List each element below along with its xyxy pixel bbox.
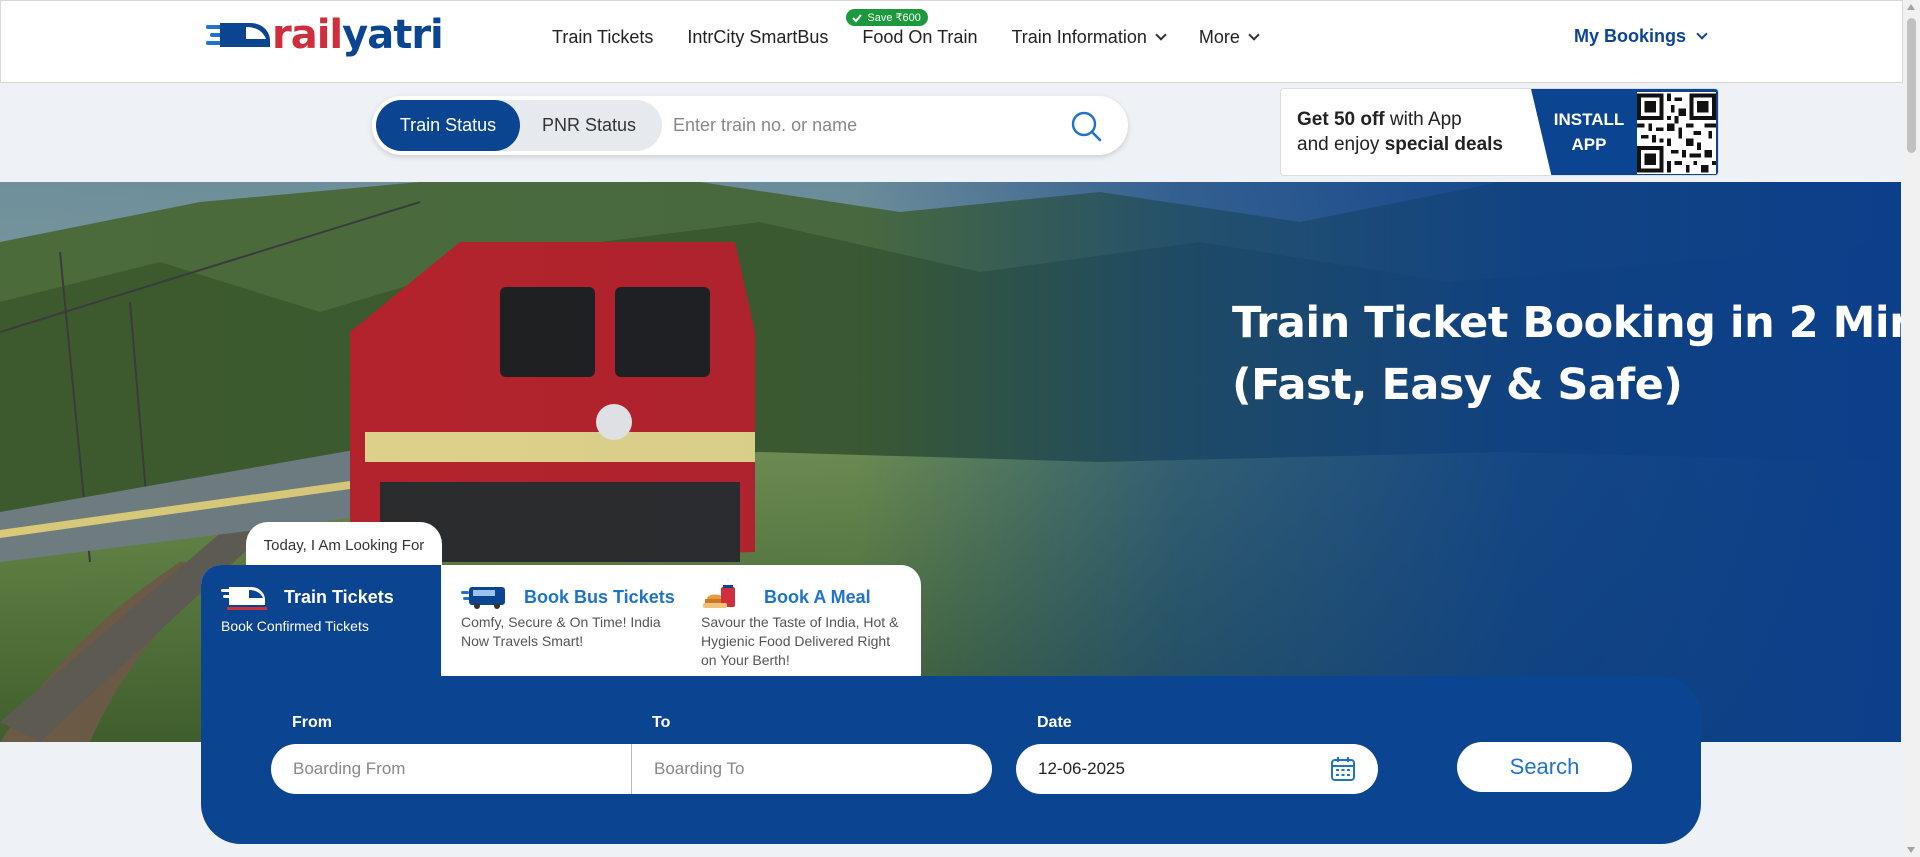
- card-desc: Savour the Taste of India, Hot & Hygieni…: [701, 614, 899, 668]
- chevron-down-icon: [1696, 28, 1708, 40]
- my-bookings-menu[interactable]: My Bookings: [1574, 26, 1708, 47]
- card-desc: Book Confirmed Tickets: [221, 618, 369, 634]
- page-scrollbar[interactable]: [1903, 0, 1920, 857]
- hero-title: Train Ticket Booking in 2 Mins! (Fast, E…: [1232, 298, 1901, 410]
- scrollbar-thumb[interactable]: [1907, 18, 1916, 153]
- card-title: Train Tickets: [284, 587, 394, 607]
- from-label: From: [292, 714, 332, 731]
- tab-train-status[interactable]: Train Status: [376, 100, 520, 151]
- speed-train-logo-icon: [206, 23, 270, 47]
- top-header: railyatri Train Tickets IntrCity SmartBu…: [0, 0, 1903, 83]
- scroll-up-arrow-icon[interactable]: [1907, 4, 1915, 10]
- search-button[interactable]: Search: [1457, 742, 1632, 792]
- save-badge: Save ₹600: [846, 9, 928, 26]
- bus-icon: [461, 587, 505, 609]
- from-input[interactable]: [271, 744, 631, 794]
- main-nav: Train Tickets IntrCity SmartBus Save ₹60…: [552, 9, 1292, 48]
- to-input[interactable]: [632, 744, 992, 794]
- tab-pnr-status[interactable]: PNR Status: [520, 100, 658, 151]
- card-book-meal[interactable]: Book A Meal Savour the Taste of India, H…: [681, 565, 921, 678]
- card-bus-tickets[interactable]: Book Bus Tickets Comfy, Secure & On Time…: [441, 565, 681, 678]
- card-desc: Comfy, Secure & On Time! India Now Trave…: [461, 614, 661, 649]
- search-form-panel: From To Date 12-06-2025 Search: [201, 676, 1701, 844]
- card-title: Book A Meal: [764, 587, 871, 607]
- train-search-input[interactable]: [661, 102, 1061, 148]
- date-value: 12-06-2025: [1038, 759, 1125, 778]
- nav-train-tickets[interactable]: Train Tickets: [552, 27, 653, 48]
- nav-food-on-train[interactable]: Food On Train: [862, 27, 977, 48]
- app-offer-text: Get 50 off with App and enjoy special de…: [1297, 109, 1503, 155]
- date-label: Date: [1037, 714, 1072, 731]
- train-status-search: Train Status PNR Status: [372, 96, 1128, 155]
- status-tabs: Train Status PNR Status: [376, 100, 662, 151]
- service-cards: Train Tickets Book Confirmed Tickets Boo…: [201, 565, 921, 678]
- train-icon: [221, 587, 267, 610]
- looking-for-tab: Today, I Am Looking For: [246, 522, 442, 566]
- card-train-tickets[interactable]: Train Tickets Book Confirmed Tickets: [201, 565, 441, 678]
- meal-icon: [703, 585, 735, 608]
- search-icon[interactable]: [1069, 109, 1103, 143]
- scroll-down-arrow-icon[interactable]: [1907, 847, 1915, 853]
- install-app-banner[interactable]: Get 50 off with App and enjoy special de…: [1280, 88, 1719, 176]
- chevron-down-icon: [1155, 29, 1167, 41]
- brand-name: railyatri: [272, 12, 444, 58]
- chevron-down-icon: [1248, 29, 1260, 41]
- date-picker[interactable]: 12-06-2025: [1016, 744, 1378, 794]
- to-label: To: [652, 714, 671, 731]
- install-app-button[interactable]: INSTALL APP: [1549, 107, 1629, 157]
- nav-train-information[interactable]: Train Information: [1011, 27, 1167, 48]
- check-icon: [852, 13, 863, 22]
- calendar-icon[interactable]: [1330, 756, 1356, 782]
- from-to-group: [271, 744, 992, 794]
- nav-more[interactable]: More: [1199, 27, 1260, 48]
- railyatri-logo[interactable]: railyatri: [206, 12, 444, 58]
- card-title: Book Bus Tickets: [524, 587, 675, 607]
- qr-code-icon: [1637, 92, 1716, 174]
- nav-intrcity-smartbus[interactable]: IntrCity SmartBus Save ₹600: [687, 9, 928, 48]
